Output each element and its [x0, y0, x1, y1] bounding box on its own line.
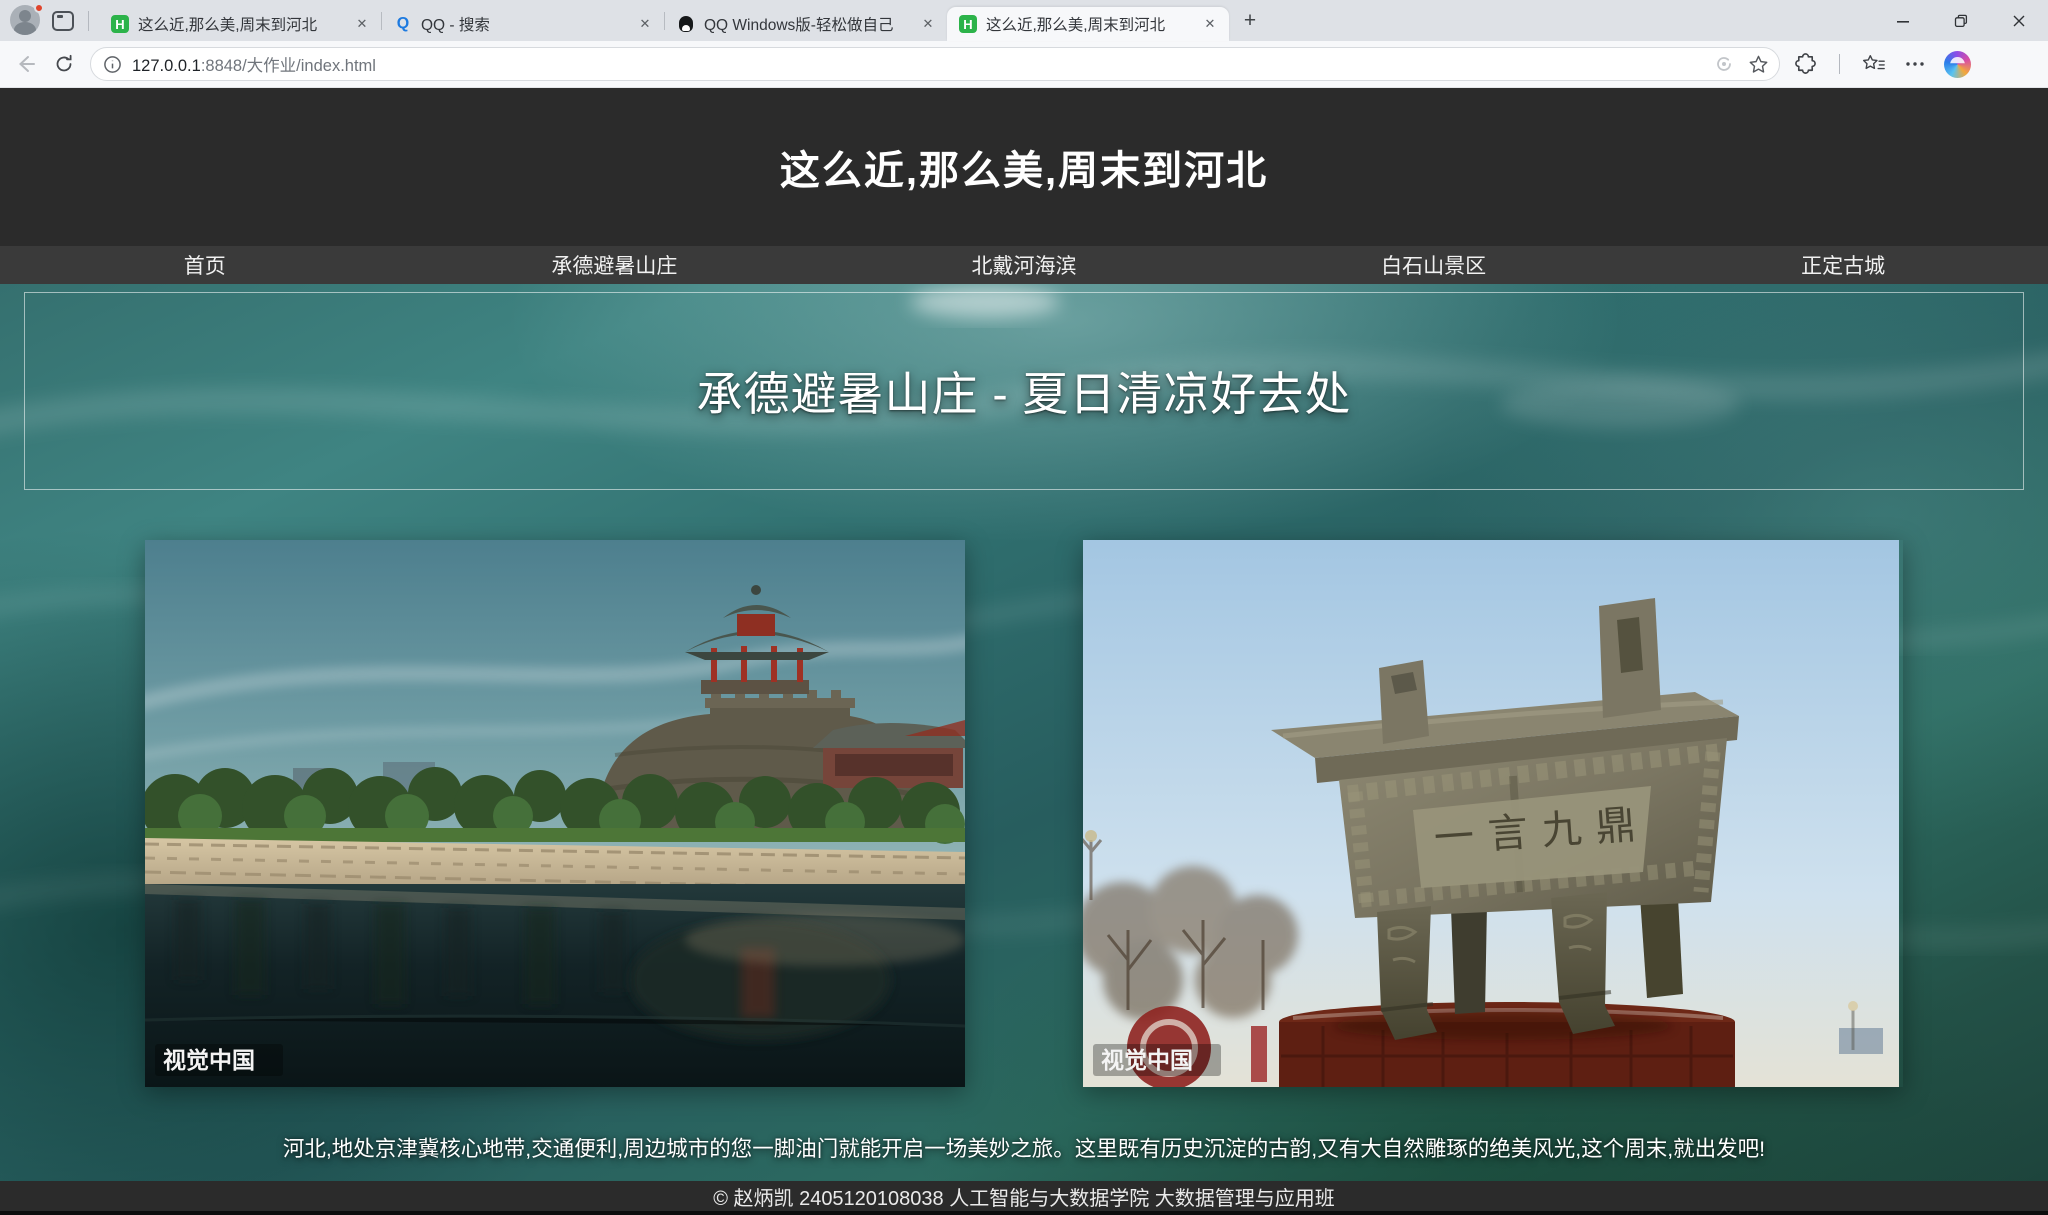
- profile-button[interactable]: [10, 5, 42, 37]
- nav-chengde[interactable]: 承德避暑山庄: [410, 246, 820, 284]
- toolbar: 127.0.0.1:8848/大作业/index.html: [0, 41, 2048, 88]
- new-tab-button[interactable]: +: [1235, 6, 1265, 36]
- tab-actions-icon[interactable]: [52, 11, 74, 31]
- main-nav: 首页 承德避暑山庄 北戴河海滨 白石山景区 正定古城: [0, 246, 2048, 284]
- address-bar[interactable]: 127.0.0.1:8848/大作业/index.html: [90, 47, 1780, 81]
- watermark-text: 视觉中国: [1101, 1047, 1193, 1073]
- watermark-text: 视觉中国: [163, 1047, 255, 1073]
- search-q-icon: Q: [394, 15, 412, 33]
- url-path: :8848/大作业/index.html: [201, 57, 376, 75]
- minimize-button[interactable]: [1874, 0, 1932, 41]
- close-window-button[interactable]: [1990, 0, 2048, 41]
- site-title: 这么近,那么美,周末到河北: [780, 138, 1268, 196]
- hero-heading: 承德避暑山庄 - 夏日清凉好去处: [697, 358, 1352, 424]
- favorites-hub-icon[interactable]: [1862, 53, 1886, 75]
- divider: [88, 11, 89, 31]
- url-host: 127.0.0.1: [132, 57, 201, 75]
- site-footer: © 赵炳凯 2405120108038 人工智能与大数据学院 大数据管理与应用班: [0, 1181, 2048, 1215]
- footer-text: © 赵炳凯 2405120108038 人工智能与大数据学院 大数据管理与应用班: [713, 1182, 1335, 1211]
- hbuilder-icon: H: [111, 15, 129, 33]
- tab-qq-windows[interactable]: QQ Windows版-轻松做自己 ✕: [665, 7, 947, 41]
- hbuilder-icon: H: [959, 15, 977, 33]
- nav-beidaihe[interactable]: 北戴河海滨: [819, 246, 1229, 284]
- window-controls: [1874, 0, 2048, 41]
- site-info-icon[interactable]: [103, 55, 122, 74]
- tab-strip: H 这么近,那么美,周末到河北 ✕ Q QQ - 搜索 ✕ QQ Windows…: [0, 0, 2048, 41]
- tab-title: 这么近,那么美,周末到河北: [138, 13, 344, 35]
- nav-home[interactable]: 首页: [0, 246, 410, 284]
- tab-title: QQ Windows版-轻松做自己: [704, 13, 910, 35]
- notification-dot: [34, 3, 44, 13]
- page-translate-icon[interactable]: [1714, 54, 1734, 74]
- tab-title: 这么近,那么美,周末到河北: [986, 13, 1192, 35]
- extensions-icon[interactable]: [1794, 53, 1817, 76]
- nav-baishishan[interactable]: 白石山景区: [1229, 246, 1639, 284]
- back-button[interactable]: [14, 52, 38, 76]
- tab-close-icon[interactable]: ✕: [1201, 15, 1219, 33]
- webpage: 这么近,那么美,周末到河北 首页 承德避暑山庄 北戴河海滨 白石山景区 正定古城…: [0, 88, 2048, 1215]
- qq-penguin-icon: [677, 15, 695, 33]
- tab-hebei-1[interactable]: H 这么近,那么美,周末到河北 ✕: [99, 7, 381, 41]
- divider: [1839, 54, 1840, 74]
- tab-hebei-2-active[interactable]: H 这么近,那么美,周末到河北 ✕: [947, 7, 1229, 41]
- favorite-star-icon[interactable]: [1748, 54, 1769, 75]
- tab-title: QQ - 搜索: [421, 13, 627, 35]
- browser-window: H 这么近,那么美,周末到河北 ✕ Q QQ - 搜索 ✕ QQ Windows…: [0, 0, 2048, 1215]
- settings-more-icon[interactable]: [1904, 53, 1926, 75]
- restore-button[interactable]: [1932, 0, 1990, 41]
- bronze-ding-photo: 一言九鼎 视觉中国: [1083, 540, 1903, 1087]
- hero-section: 承德避暑山庄 - 夏日清凉好去处: [0, 284, 2048, 1181]
- tab-close-icon[interactable]: ✕: [353, 15, 371, 33]
- intro-paragraph: 河北,地处京津冀核心地带,交通便利,周边城市的您一脚油门就能开启一场美妙之旅。这…: [0, 1132, 2048, 1163]
- site-header: 这么近,那么美,周末到河北: [0, 88, 2048, 246]
- tab-close-icon[interactable]: ✕: [636, 15, 654, 33]
- tabs: H 这么近,那么美,周末到河北 ✕ Q QQ - 搜索 ✕ QQ Windows…: [99, 0, 1265, 41]
- copilot-icon[interactable]: [1944, 51, 1971, 78]
- chengde-fortress-photo: 视觉中国: [145, 540, 965, 1087]
- refresh-button[interactable]: [52, 52, 76, 76]
- tabbar-left: [10, 0, 99, 41]
- address-bar-actions: [1714, 54, 1769, 75]
- hero-title-box: 承德避暑山庄 - 夏日清凉好去处: [24, 292, 2024, 490]
- photo-row: 视觉中国: [0, 540, 2048, 1087]
- url-text: 127.0.0.1:8848/大作业/index.html: [132, 52, 1704, 76]
- toolbar-right: [1794, 51, 1975, 78]
- tab-qq-search[interactable]: Q QQ - 搜索 ✕: [382, 7, 664, 41]
- nav-zhengding[interactable]: 正定古城: [1638, 246, 2048, 284]
- tab-close-icon[interactable]: ✕: [919, 15, 937, 33]
